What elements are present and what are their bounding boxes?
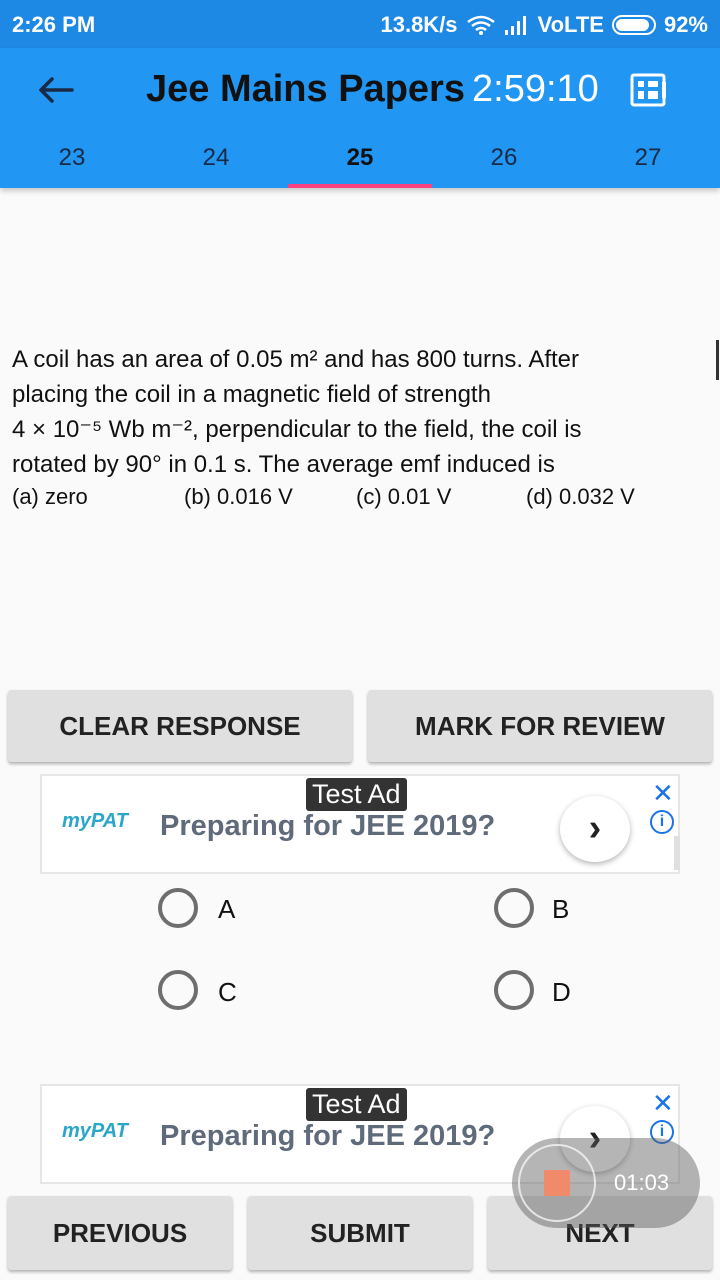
page-title: Jee Mains Papers xyxy=(146,68,465,110)
tab-25[interactable]: 25 xyxy=(288,140,432,188)
question-line: 4 × 10⁻⁵ Wb m⁻², perpendicular to the fi… xyxy=(12,416,582,443)
question-tabs: 23 24 25 26 27 xyxy=(0,140,720,188)
answer-label-d[interactable]: D xyxy=(552,977,571,1008)
grid-view-icon[interactable] xyxy=(628,70,668,110)
active-tab-indicator xyxy=(288,184,432,188)
network-speed: 13.8K/s xyxy=(380,12,458,37)
answer-label-b[interactable]: B xyxy=(552,894,569,925)
ad-text[interactable]: Preparing for JEE 2019? xyxy=(160,1120,495,1153)
close-icon[interactable]: ✕ xyxy=(652,778,674,809)
battery-percent: 92% xyxy=(663,12,708,37)
question-line: placing the coil in a magnetic field of … xyxy=(12,381,491,408)
battery-level xyxy=(615,19,650,31)
tab-24[interactable]: 24 xyxy=(144,140,288,188)
info-icon[interactable]: i xyxy=(650,810,674,834)
wifi-icon xyxy=(466,15,495,35)
ad-logo: myPAT xyxy=(62,1120,128,1142)
ad-text[interactable]: Preparing for JEE 2019? xyxy=(160,810,495,843)
option-b-text: (b) 0.016 V xyxy=(184,484,293,509)
option-a-text: (a) zero xyxy=(12,484,88,509)
clear-response-button[interactable]: CLEAR RESPONSE xyxy=(8,690,352,762)
radio-option-d[interactable] xyxy=(494,970,534,1010)
answer-label-c[interactable]: C xyxy=(218,977,237,1008)
test-ad-label: Test Ad xyxy=(306,778,407,811)
option-d-text: (d) 0.032 V xyxy=(526,484,635,509)
question-options: (a) zero (b) 0.016 V (c) 0.01 V (d) 0.03… xyxy=(12,484,692,518)
exam-timer: 2:59:10 xyxy=(472,68,599,110)
arrow-back-icon[interactable] xyxy=(32,66,80,114)
tab-23[interactable]: 23 xyxy=(0,140,144,188)
previous-button[interactable]: PREVIOUS xyxy=(8,1196,232,1270)
question-block: A coil has an area of 0.05 m² and has 80… xyxy=(12,342,692,518)
submit-button[interactable]: SUBMIT xyxy=(248,1196,472,1270)
recording-time: 01:03 xyxy=(614,1170,670,1195)
status-bar: 2:26 PM 13.8K/s VoLTE 92% xyxy=(0,0,720,48)
close-icon[interactable]: ✕ xyxy=(652,1088,674,1119)
status-indicators: 13.8K/s VoLTE 92% xyxy=(380,12,708,38)
option-c-text: (c) 0.01 V xyxy=(356,484,452,509)
signal-icon xyxy=(504,16,526,35)
scroll-edge-mark xyxy=(716,340,719,380)
test-ad-label: Test Ad xyxy=(306,1088,407,1121)
ad-logo: myPAT xyxy=(62,810,128,832)
answer-label-a[interactable]: A xyxy=(218,894,235,925)
screen-recorder-overlay[interactable]: 01:03 xyxy=(512,1138,700,1228)
question-line: A coil has an area of 0.05 m² and has 80… xyxy=(12,346,580,373)
mark-for-review-button[interactable]: MARK FOR REVIEW xyxy=(368,690,712,762)
battery-icon xyxy=(611,15,656,35)
status-time: 2:26 PM xyxy=(12,12,96,37)
app-bar: Jee Mains Papers 2:59:10 23 24 25 26 27 xyxy=(0,48,720,188)
chevron-right-icon[interactable]: › xyxy=(560,796,630,862)
question-line: rotated by 90° in 0.1 s. The average emf… xyxy=(12,451,555,478)
tab-26[interactable]: 26 xyxy=(432,140,576,188)
ad-scrollbar xyxy=(674,836,680,870)
radio-option-a[interactable] xyxy=(158,888,198,928)
radio-option-c[interactable] xyxy=(158,970,198,1010)
ad-banner[interactable]: myPAT Preparing for JEE 2019? Test Ad › … xyxy=(40,774,680,874)
tab-27[interactable]: 27 xyxy=(576,140,720,188)
radio-option-b[interactable] xyxy=(494,888,534,928)
stop-icon[interactable] xyxy=(544,1170,570,1196)
network-type: VoLTE xyxy=(537,12,604,37)
